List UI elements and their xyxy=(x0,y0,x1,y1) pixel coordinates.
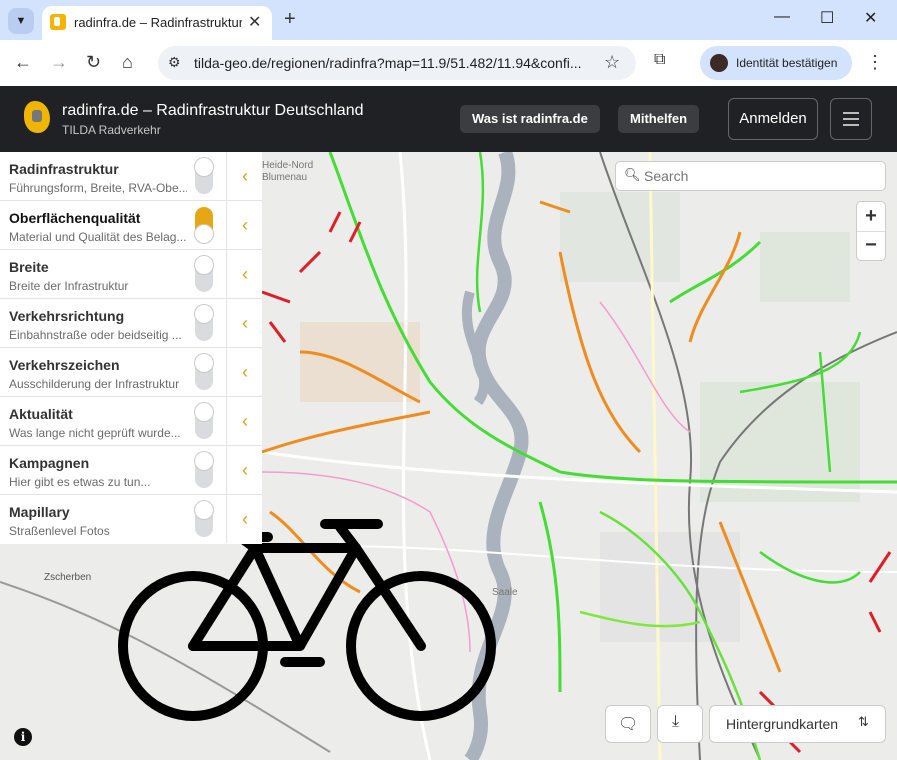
chevron-updown-icon: ⇅ xyxy=(858,714,869,729)
layer-description: Hier gibt es etwas zu tun... xyxy=(9,475,151,489)
profile-button[interactable]: Identität bestätigen xyxy=(700,46,852,80)
layer-toggle[interactable] xyxy=(195,501,213,537)
app-title: radinfra.de – Radinfrastruktur Deutschla… xyxy=(62,102,364,119)
layer-description: Führungsform, Breite, RVA-Obe... xyxy=(9,181,187,195)
layer-title: Radinfrastruktur xyxy=(9,161,119,177)
place-label-zscherben: Zscherben xyxy=(44,572,92,583)
basemaps-button[interactable]: Hintergrundkarten ⇅ xyxy=(710,706,885,742)
layer-item[interactable]: Mapillary Straßenlevel Fotos ‹ xyxy=(0,495,262,543)
layer-item[interactable]: Breite Breite der Infrastruktur ‹ xyxy=(0,250,262,299)
home-icon[interactable]: ⌂ xyxy=(122,52,133,73)
browser-tab[interactable]: radinfra.de – Radinfrastruktur D ✕ xyxy=(42,6,272,40)
browser-tabstrip: ▼ radinfra.de – Radinfrastruktur D ✕ + —… xyxy=(0,0,897,40)
reload-icon[interactable]: ↻ xyxy=(86,52,101,73)
chevron-left-icon[interactable]: ‹ xyxy=(226,152,263,200)
layer-toggle[interactable] xyxy=(195,305,213,341)
chat-icon: 🗨︎ xyxy=(618,716,639,733)
place-label-blumenau: Blumenau xyxy=(262,172,308,183)
layer-item[interactable]: Oberflächenqualität Material und Qualitä… xyxy=(0,201,262,250)
chevron-left-icon[interactable]: ‹ xyxy=(226,397,263,445)
chevron-left-icon[interactable]: ‹ xyxy=(226,299,263,347)
address-bar[interactable]: ⚙ tilda-geo.de/regionen/radinfra?map=11.… xyxy=(158,46,636,80)
maximize-icon[interactable]: ☐ xyxy=(820,8,834,28)
chevron-left-icon[interactable]: ‹ xyxy=(226,348,263,396)
layer-title: Verkehrszeichen xyxy=(9,357,120,373)
basemaps-label: Hintergrundkarten xyxy=(726,716,839,732)
layer-title: Kampagnen xyxy=(9,455,90,471)
layer-title: Aktualität xyxy=(9,406,73,422)
bookmark-star-icon[interactable]: ☆ xyxy=(604,52,620,73)
extensions-icon[interactable]: ⧉ xyxy=(654,51,665,69)
forward-icon[interactable]: → xyxy=(50,52,68,73)
layer-description: Breite der Infrastruktur xyxy=(9,279,129,293)
chevron-left-icon[interactable]: ‹ xyxy=(226,446,263,494)
layer-toggle[interactable] xyxy=(195,354,213,390)
layer-description: Straßenlevel Fotos xyxy=(9,524,110,538)
search-icon: 🔍︎ xyxy=(624,167,641,182)
layer-title: Breite xyxy=(9,259,49,275)
app-header: radinfra.de – Radinfrastruktur Deutschla… xyxy=(0,86,897,152)
layer-toggle[interactable] xyxy=(195,158,213,194)
download-button[interactable]: ⤓ xyxy=(658,706,702,742)
layer-description: Was lange nicht geprüft wurde... xyxy=(9,426,181,440)
chevron-left-icon[interactable]: ‹ xyxy=(226,250,263,298)
layer-description: Einbahnstraße oder beidseitig ... xyxy=(9,328,182,342)
back-icon[interactable]: ← xyxy=(14,52,32,73)
new-tab-button[interactable]: + xyxy=(284,8,296,31)
chevron-left-icon[interactable]: ‹ xyxy=(226,201,263,249)
minimize-icon[interactable]: — xyxy=(774,8,790,26)
close-tab-icon[interactable]: ✕ xyxy=(248,12,261,32)
chevron-left-icon[interactable]: ‹ xyxy=(226,495,263,543)
tab-search-button[interactable]: ▼ xyxy=(8,8,34,34)
search-input[interactable] xyxy=(642,167,876,185)
river-label-saale: Saale xyxy=(492,587,518,598)
layer-item[interactable]: Radinfrastruktur Führungsform, Breite, R… xyxy=(0,152,262,201)
profile-label: Identität bestätigen xyxy=(736,56,838,70)
browser-menu-icon[interactable]: ⋮ xyxy=(866,52,884,73)
tab-title: radinfra.de – Radinfrastruktur D xyxy=(74,15,242,30)
app-subtitle: TILDA Radverkehr xyxy=(62,123,161,137)
help-button[interactable]: Mithelfen xyxy=(618,105,700,133)
info-icon[interactable]: i xyxy=(14,728,32,746)
layer-item[interactable]: Aktualität Was lange nicht geprüft wurde… xyxy=(0,397,262,446)
layer-description: Ausschilderung der Infrastruktur xyxy=(9,377,180,391)
login-button[interactable]: Anmelden xyxy=(728,98,818,140)
layer-description: Material und Qualität des Belag... xyxy=(9,230,187,244)
avatar xyxy=(710,54,728,72)
layer-item[interactable]: Kampagnen Hier gibt es etwas zu tun... ‹ xyxy=(0,446,262,495)
download-icon: ⤓ xyxy=(672,713,680,730)
layer-title: Verkehrsrichtung xyxy=(9,308,125,324)
layer-title: Oberflächenqualität xyxy=(9,210,141,226)
layer-toggle[interactable] xyxy=(195,256,213,292)
layer-toggle[interactable] xyxy=(195,403,213,439)
map-search[interactable]: 🔍︎ xyxy=(616,162,885,190)
zoom-control: + − xyxy=(857,202,885,260)
favicon-icon xyxy=(50,14,66,30)
zoom-out-button[interactable]: − xyxy=(857,231,885,260)
window-close-icon[interactable]: ✕ xyxy=(864,8,877,28)
germany-logo-icon[interactable] xyxy=(24,101,50,133)
zoom-in-button[interactable]: + xyxy=(857,202,885,232)
what-is-button[interactable]: Was ist radinfra.de xyxy=(460,105,600,133)
address-row: ← → ↻ ⌂ ⚙ tilda-geo.de/regionen/radinfra… xyxy=(0,40,897,86)
layer-item[interactable]: Verkehrsrichtung Einbahnstraße oder beid… xyxy=(0,299,262,348)
layer-toggle[interactable] xyxy=(195,207,213,243)
url-text[interactable]: tilda-geo.de/regionen/radinfra?map=11.9/… xyxy=(194,55,581,71)
layer-item[interactable]: Verkehrszeichen Ausschilderung der Infra… xyxy=(0,348,262,397)
site-info-icon[interactable]: ⚙ xyxy=(168,54,181,71)
menu-icon[interactable] xyxy=(830,98,872,140)
layer-toggle[interactable] xyxy=(195,452,213,488)
place-label-heide: Heide-Nord xyxy=(262,160,314,171)
feedback-button[interactable]: 🗨︎ xyxy=(606,706,650,742)
layer-title: Mapillary xyxy=(9,504,70,520)
layer-panel: Radinfrastruktur Führungsform, Breite, R… xyxy=(0,152,262,544)
